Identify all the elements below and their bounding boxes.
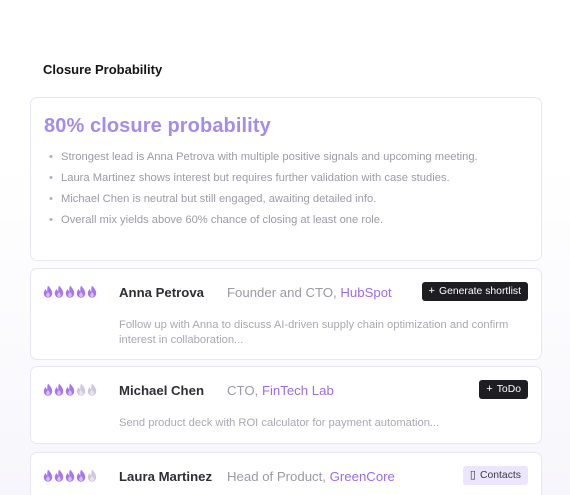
closure-probability-headline: 80% closure probability [44, 115, 271, 137]
lead-name: Laura Martinez [119, 469, 213, 484]
button-label: ToDo [496, 384, 521, 395]
summary-bullet: Strongest lead is Anna Petrova with mult… [49, 150, 519, 165]
flame-icon [87, 383, 97, 396]
flame-icon [54, 383, 64, 396]
lead-note: Follow up with Anna to discuss AI-driven… [119, 319, 509, 346]
summary-bullet: Overall mix yields above 60% chance of c… [49, 213, 519, 228]
section-title: Closure Probability [43, 62, 163, 77]
flame-icon [76, 469, 86, 482]
lead-title: Head of Product, [227, 469, 326, 484]
contacts-icon: ▯ [469, 469, 476, 481]
lead-title: CTO, [227, 383, 259, 398]
summary-bullet: Michael Chen is neutral but still engage… [49, 192, 519, 207]
flame-icon [65, 285, 75, 298]
plus-icon: + [486, 383, 493, 395]
lead-card-anna-petrova: Anna Petrova Founder and CTO, HubSpot + … [30, 268, 542, 360]
contacts-button[interactable]: ▯ Contacts [462, 466, 528, 485]
flame-icon [54, 469, 64, 482]
lead-role: CTO, FinTech Lab [227, 383, 334, 398]
flame-icon [76, 285, 86, 298]
todo-button[interactable]: + ToDo [479, 380, 528, 399]
heat-rating [43, 469, 97, 482]
summary-card: 80% closure probability Strongest lead i… [30, 97, 542, 261]
plus-icon: + [428, 285, 435, 297]
flame-icon [76, 383, 86, 396]
flame-icon [43, 383, 53, 396]
lead-card-michael-chen: Michael Chen CTO, FinTech Lab + ToDo Sen… [30, 366, 542, 444]
button-label: Contacts [479, 470, 521, 481]
lead-note: Send product deck with ROI calculator fo… [119, 417, 440, 429]
flame-icon [87, 285, 97, 298]
lead-role: Founder and CTO, HubSpot [227, 285, 392, 300]
lead-company: GreenCore [329, 469, 395, 484]
flame-icon [87, 469, 97, 482]
flame-icon [54, 285, 64, 298]
closure-probability-panel: Closure Probability 80% closure probabil… [0, 0, 570, 495]
summary-bullet-list: Strongest lead is Anna Petrova with mult… [49, 150, 519, 234]
lead-card-laura-martinez: Laura Martinez Head of Product, GreenCor… [30, 452, 542, 495]
button-label: Generate shortlist [438, 286, 521, 297]
flame-icon [43, 285, 53, 298]
heat-rating [43, 383, 97, 396]
lead-company: HubSpot [340, 285, 392, 300]
summary-bullet: Laura Martinez shows interest but requir… [49, 171, 519, 186]
lead-role: Head of Product, GreenCore [227, 469, 395, 484]
lead-name: Anna Petrova [119, 285, 205, 300]
flame-icon [43, 469, 53, 482]
lead-company: FinTech Lab [261, 383, 334, 398]
flame-icon [65, 383, 75, 396]
heat-rating [43, 285, 97, 298]
flame-icon [65, 469, 75, 482]
generate-shortlist-button[interactable]: + Generate shortlist [421, 282, 528, 301]
lead-title: Founder and CTO, [227, 285, 337, 300]
lead-name: Michael Chen [119, 383, 205, 398]
